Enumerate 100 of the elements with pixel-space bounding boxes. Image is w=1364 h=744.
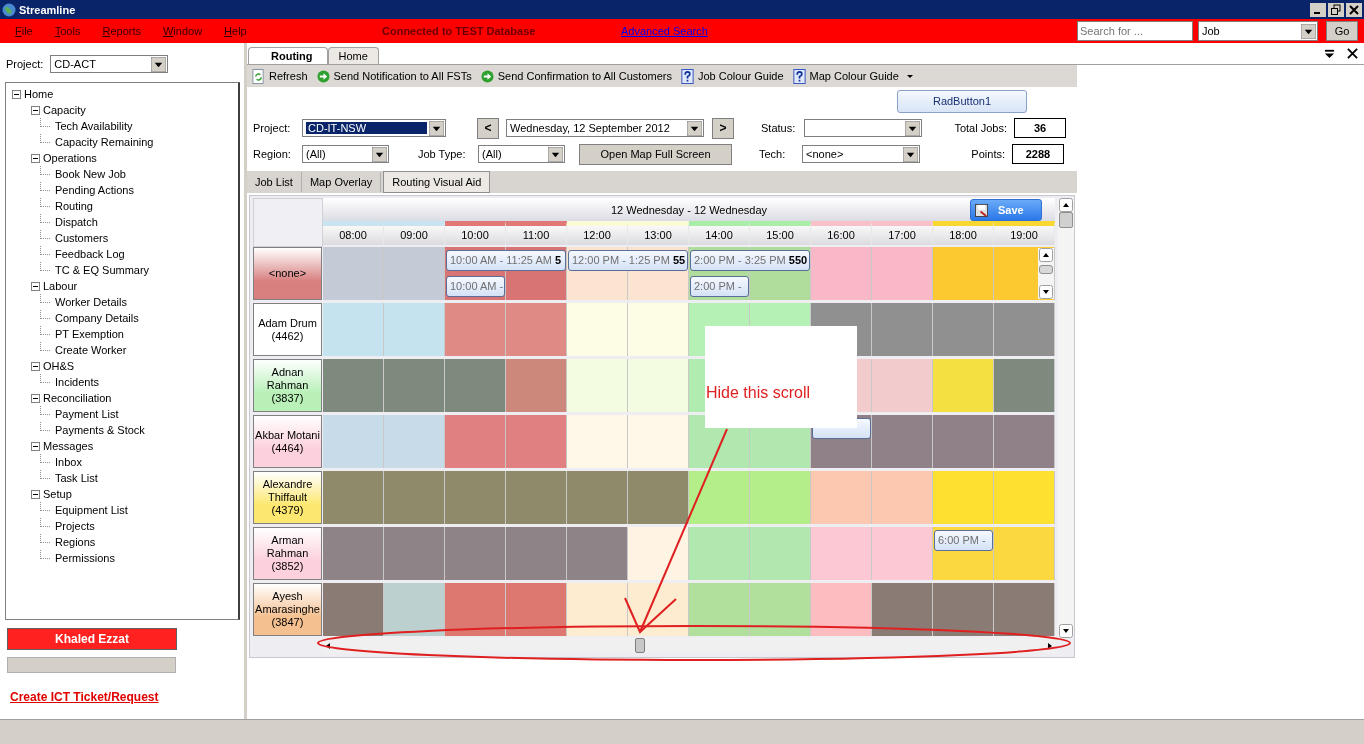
collapse-icon[interactable] [31, 153, 40, 163]
technician-label[interactable]: Adnan Rahman (3837) [253, 359, 322, 412]
tree-item[interactable]: Projects [55, 520, 95, 532]
tree-item[interactable]: Permissions [55, 552, 115, 564]
collapse-icon[interactable] [31, 105, 40, 115]
create-ticket-link[interactable]: Create ICT Ticket/Request [10, 690, 159, 704]
tree-item[interactable]: Dispatch [55, 216, 98, 228]
tree-item[interactable]: Pending Actions [55, 184, 134, 196]
project-dropdown[interactable]: CD-ACT [50, 55, 169, 73]
tree-item[interactable]: Home [24, 88, 54, 100]
tree-item[interactable]: Capacity Remaining [55, 136, 154, 148]
close-icon[interactable] [1346, 2, 1362, 17]
minimize-icon[interactable] [1310, 2, 1326, 17]
tree-item[interactable]: Inbox [55, 456, 82, 468]
menu-item[interactable]: Tools [54, 25, 81, 37]
collapse-icon[interactable] [31, 489, 40, 499]
scroll-down-icon[interactable] [1059, 624, 1073, 638]
technician-label[interactable]: <none> [253, 247, 322, 300]
collapse-icon[interactable] [12, 89, 21, 99]
tree-item[interactable]: TC & EQ Summary [55, 264, 150, 276]
tech-dropdown[interactable]: <none> [802, 145, 920, 163]
previous-day-button[interactable]: < [477, 117, 499, 139]
tree-item[interactable]: Payment List [55, 408, 119, 420]
tree-item[interactable]: Equipment List [55, 504, 128, 516]
toolbar-button[interactable]: Map Colour Guide [792, 68, 914, 84]
tree-item[interactable]: Task List [55, 472, 98, 484]
tree-item[interactable]: Customers [55, 232, 109, 244]
next-day-button[interactable]: > [712, 117, 734, 139]
menu-item[interactable]: Help [224, 25, 247, 37]
vertical-scrollbar[interactable] [1058, 198, 1074, 638]
hour-header: 16:00 [811, 221, 872, 245]
job-chip[interactable]: 2:00 PM - [690, 276, 749, 298]
dropdown-menu-icon[interactable] [1324, 48, 1335, 59]
tree-item[interactable]: Worker Details [55, 296, 127, 308]
tree-item[interactable]: Payments & Stock [55, 424, 145, 436]
job-chip[interactable]: 2:00 PM - 3:25 PM 550 [690, 249, 810, 271]
scroll-thumb[interactable] [1059, 212, 1073, 228]
tree-item[interactable]: Reconciliation [43, 392, 112, 404]
scroll-down-icon[interactable] [1039, 285, 1054, 299]
tree-item[interactable]: Incidents [55, 376, 100, 388]
tree-item[interactable]: Book New Job [55, 168, 126, 180]
tree-item[interactable]: PT Exemption [55, 328, 124, 340]
open-map-button[interactable]: Open Map Full Screen [579, 143, 732, 165]
view-tab[interactable]: Map Overlay [301, 172, 382, 192]
close-icon[interactable] [1347, 48, 1358, 59]
collapse-icon[interactable] [31, 441, 40, 451]
tree-item[interactable]: Regions [55, 536, 96, 548]
toolbar-button[interactable]: Send Notification to All FSTs [316, 68, 472, 84]
rad-button[interactable]: RadButton1 [897, 89, 1027, 113]
tree-item[interactable]: Create Worker [55, 344, 127, 356]
arrow-circle-icon [480, 68, 494, 84]
technician-label[interactable]: Arman Rahman (3852) [253, 527, 322, 580]
restore-icon[interactable] [1328, 2, 1344, 17]
annotation-callout: Hide this scroll [705, 326, 857, 428]
tree-item[interactable]: Operations [43, 152, 97, 164]
search-field[interactable]: Search for ... [1077, 21, 1193, 41]
tree-item[interactable]: Tech Availability [55, 120, 133, 132]
view-tab[interactable]: Job List [247, 172, 302, 192]
menu-item[interactable]: Reports [102, 25, 141, 37]
scroll-thumb[interactable] [1039, 265, 1054, 274]
menu-item[interactable]: Window [162, 25, 203, 37]
job-type-dropdown[interactable]: (All) [478, 145, 565, 163]
technician-label[interactable]: Ayesh Amarasinghe (3847) [253, 583, 322, 636]
tree-item[interactable]: Routing [55, 200, 93, 212]
status-dropdown[interactable] [804, 119, 922, 137]
technician-label[interactable]: Akbar Motani (4464) [253, 415, 322, 468]
technician-label[interactable]: Adam Drum (4462) [253, 303, 322, 356]
job-chip[interactable]: 10:00 AM - 11:25 AM 5 [446, 249, 566, 271]
menu-item[interactable]: File [15, 25, 33, 37]
job-chip[interactable]: 12:00 PM - 1:25 PM 55 [568, 249, 688, 271]
date-picker[interactable]: Wednesday, 12 September 2012 [506, 119, 704, 137]
collapse-icon[interactable] [31, 361, 40, 371]
region-dropdown[interactable]: (All) [302, 145, 389, 163]
collapse-icon[interactable] [31, 393, 40, 403]
tab[interactable]: Home [327, 47, 379, 64]
toolbar-button[interactable]: Refresh [252, 68, 308, 84]
help-icon [792, 68, 806, 84]
row-scrollbar[interactable] [1038, 248, 1055, 299]
toolbar-button[interactable]: Send Confirmation to All Customers [480, 68, 672, 84]
tree-item[interactable]: Setup [43, 488, 72, 500]
tree-item[interactable]: Capacity [43, 104, 86, 116]
job-chip[interactable]: 6:00 PM - [934, 529, 993, 551]
scroll-up-icon[interactable] [1039, 248, 1054, 262]
collapse-icon[interactable] [31, 281, 40, 291]
tree-item[interactable]: Company Details [55, 312, 139, 324]
toolbar-button[interactable]: Job Colour Guide [680, 68, 784, 84]
go-button[interactable]: Go [1326, 21, 1358, 41]
job-chip[interactable]: 10:00 AM - [446, 276, 505, 298]
tab[interactable]: Routing [248, 47, 328, 64]
tree-item[interactable]: Labour [43, 280, 78, 292]
view-tab[interactable]: Routing Visual Aid [383, 171, 491, 193]
tree-item[interactable]: Messages [43, 440, 94, 452]
search-type-dropdown[interactable]: Job [1198, 21, 1318, 41]
project-dropdown[interactable]: CD-IT-NSW [302, 119, 446, 137]
tree-item[interactable]: OH&S [43, 360, 75, 372]
technician-label[interactable]: Alexandre Thiffault (4379) [253, 471, 322, 524]
horizontal-scrollbar[interactable] [323, 638, 1055, 653]
scroll-thumb[interactable] [635, 638, 645, 653]
scroll-up-icon[interactable] [1059, 198, 1073, 212]
tree-item[interactable]: Feedback Log [55, 248, 125, 260]
